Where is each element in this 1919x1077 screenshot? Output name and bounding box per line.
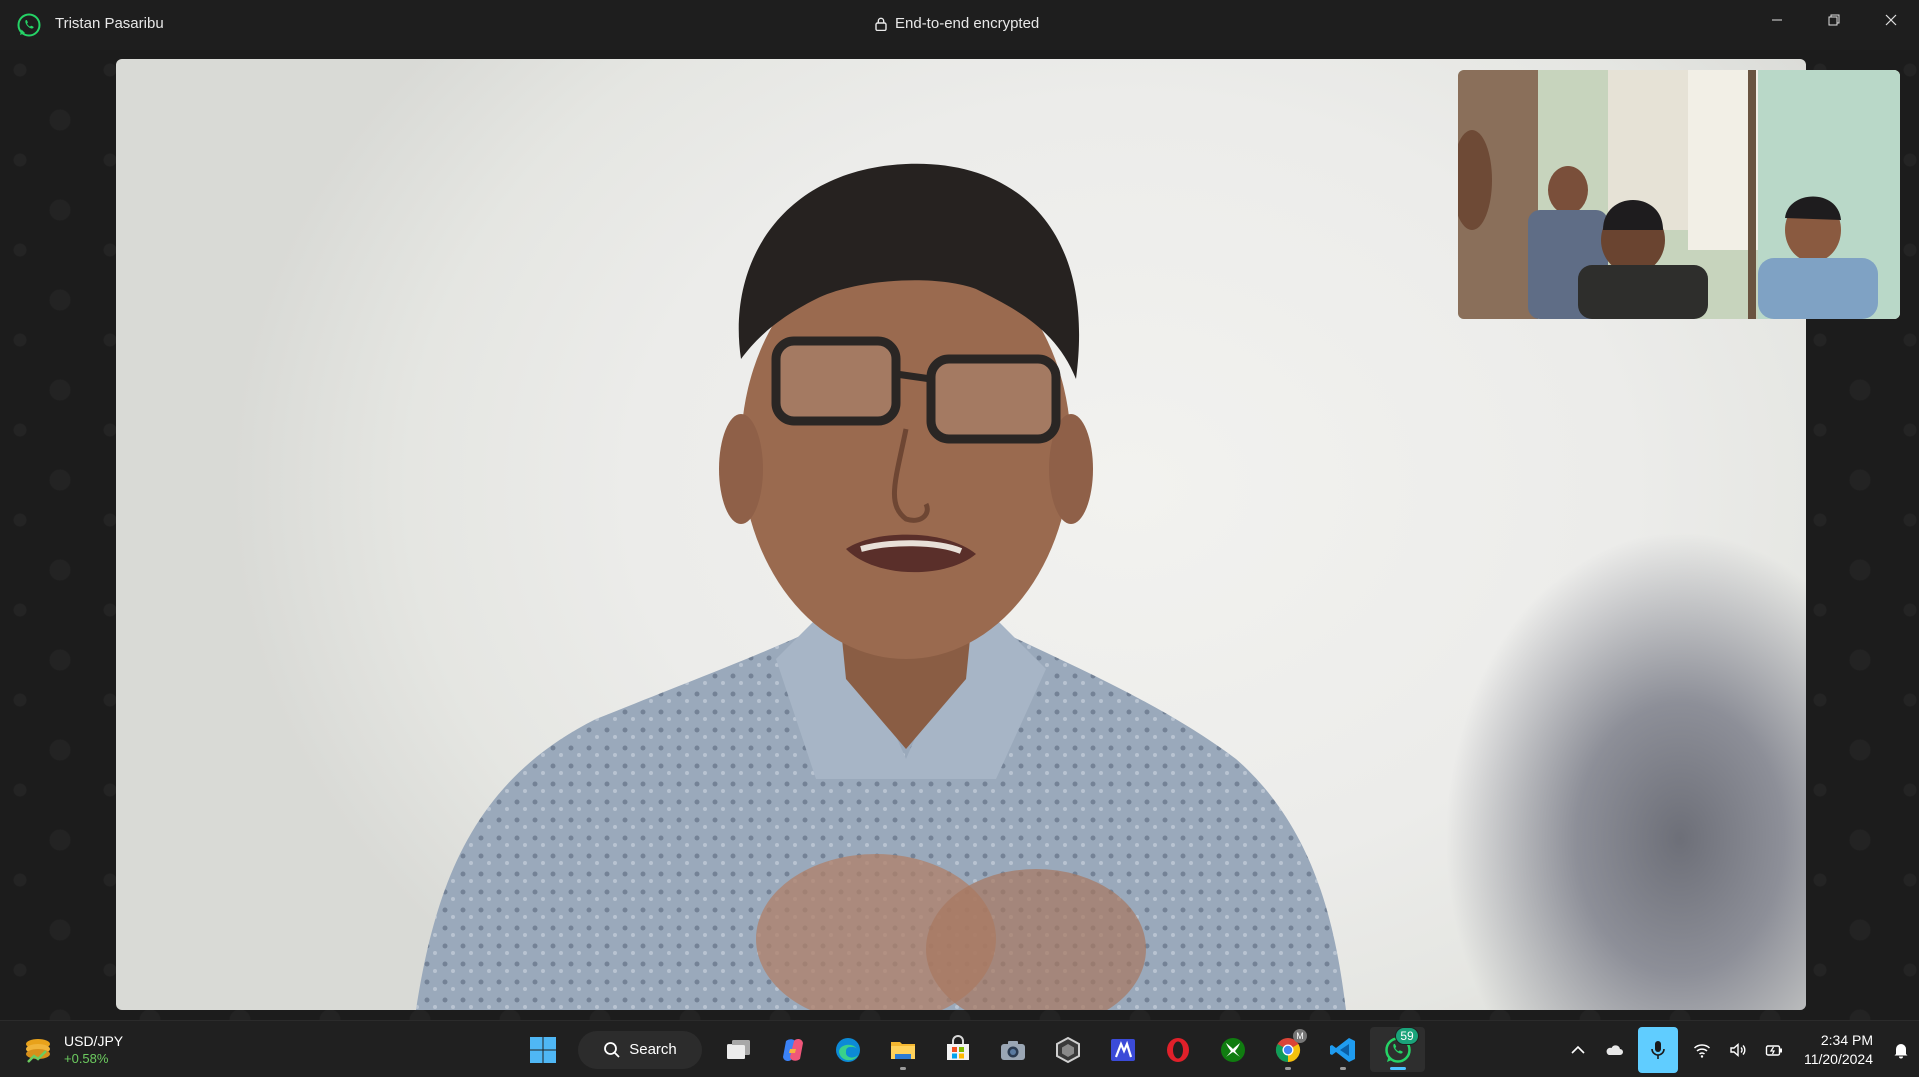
- running-indicator: [899, 1067, 906, 1070]
- restore-button[interactable]: [1805, 0, 1862, 40]
- running-indicator: [1339, 1067, 1346, 1070]
- whatsapp-call-window: Tristan Pasaribu End-to-end encrypted: [0, 0, 1919, 1020]
- widget-title: USD/JPY: [64, 1033, 124, 1049]
- dev-app-icon: [1110, 1038, 1135, 1061]
- bell-icon: [1894, 1043, 1908, 1058]
- network-button[interactable]: [1684, 1027, 1720, 1072]
- encryption-indicator[interactable]: End-to-end encrypted: [875, 15, 1039, 32]
- running-indicator: [1389, 1067, 1406, 1070]
- search-icon: [604, 1041, 620, 1058]
- volume-button[interactable]: [1720, 1027, 1756, 1072]
- close-button[interactable]: [1862, 0, 1919, 40]
- start-button[interactable]: [515, 1027, 570, 1072]
- onedrive-button[interactable]: [1596, 1027, 1632, 1072]
- minimize-button[interactable]: [1748, 0, 1805, 40]
- widgets-button[interactable]: USD/JPY +0.58%: [22, 1033, 123, 1067]
- obs-button[interactable]: [1040, 1027, 1095, 1072]
- window-controls: [1748, 0, 1919, 40]
- clock-time: 2:34 PM: [1820, 1031, 1873, 1048]
- obs-icon: [1055, 1036, 1080, 1063]
- xbox-icon: [1220, 1037, 1245, 1062]
- taskbar-apps: Search M 59: [515, 1027, 1425, 1072]
- contact-name: Tristan Pasaribu: [55, 15, 164, 32]
- whatsapp-button[interactable]: 59: [1370, 1027, 1425, 1072]
- clock[interactable]: 2:34 PM 11/20/2024: [1804, 1031, 1873, 1069]
- copilot-button[interactable]: [765, 1027, 820, 1072]
- microsoft-store-button[interactable]: [930, 1027, 985, 1072]
- chrome-button[interactable]: M: [1260, 1027, 1315, 1072]
- running-indicator: [1284, 1067, 1291, 1070]
- notifications-button[interactable]: [1883, 1027, 1919, 1072]
- unread-badge: 59: [1395, 1027, 1419, 1045]
- task-view-icon: [726, 1039, 750, 1059]
- encryption-label: End-to-end encrypted: [895, 15, 1040, 32]
- taskbar-search[interactable]: Search: [578, 1030, 702, 1069]
- camera-icon: [1000, 1040, 1025, 1060]
- copilot-icon: [782, 1038, 803, 1061]
- task-view-button[interactable]: [710, 1027, 765, 1072]
- xbox-button[interactable]: [1205, 1027, 1260, 1072]
- system-tray: 2:34 PM 11/20/2024: [1560, 1026, 1919, 1073]
- clock-date: 11/20/2024: [1803, 1050, 1873, 1067]
- title-bar: Tristan Pasaribu End-to-end encrypted: [0, 0, 1919, 50]
- file-explorer-button[interactable]: [875, 1027, 930, 1072]
- vscode-button[interactable]: [1315, 1027, 1370, 1072]
- chrome-profile-badge: M: [1293, 1029, 1307, 1043]
- lock-icon: [875, 17, 887, 31]
- local-camera-image: [1458, 70, 1900, 319]
- start-icon: [529, 1036, 556, 1063]
- dev-app-button[interactable]: [1095, 1027, 1150, 1072]
- whatsapp-logo-icon: [17, 13, 41, 37]
- currency-coins-icon: [26, 1039, 50, 1063]
- show-hidden-icons-button[interactable]: [1560, 1027, 1596, 1072]
- edge-icon: [835, 1037, 860, 1062]
- opera-icon: [1166, 1037, 1189, 1062]
- self-video-preview[interactable]: [1458, 70, 1900, 319]
- search-label: Search: [629, 1041, 677, 1058]
- battery-button[interactable]: [1756, 1027, 1792, 1072]
- microphone-in-use-indicator[interactable]: [1637, 1026, 1678, 1073]
- microsoft-store-icon: [946, 1034, 969, 1060]
- microphone-icon: [1651, 1040, 1665, 1059]
- edge-button[interactable]: [820, 1027, 875, 1072]
- restore-icon: [1828, 14, 1839, 26]
- taskbar: USD/JPY +0.58% Search M 59 2:34 PM 11/20…: [0, 1020, 1919, 1077]
- battery-icon: [1765, 1044, 1782, 1056]
- chevron-up-icon: [1571, 1045, 1585, 1054]
- widget-change: +0.58%: [64, 1051, 109, 1066]
- close-icon: [1885, 14, 1896, 26]
- volume-icon: [1730, 1042, 1746, 1057]
- minimize-icon: [1771, 19, 1782, 21]
- wifi-icon: [1693, 1043, 1710, 1058]
- vscode-icon: [1329, 1037, 1355, 1062]
- camera-button[interactable]: [985, 1027, 1040, 1072]
- opera-button[interactable]: [1150, 1027, 1205, 1072]
- onedrive-icon: [1606, 1044, 1623, 1055]
- file-explorer-icon: [890, 1041, 915, 1059]
